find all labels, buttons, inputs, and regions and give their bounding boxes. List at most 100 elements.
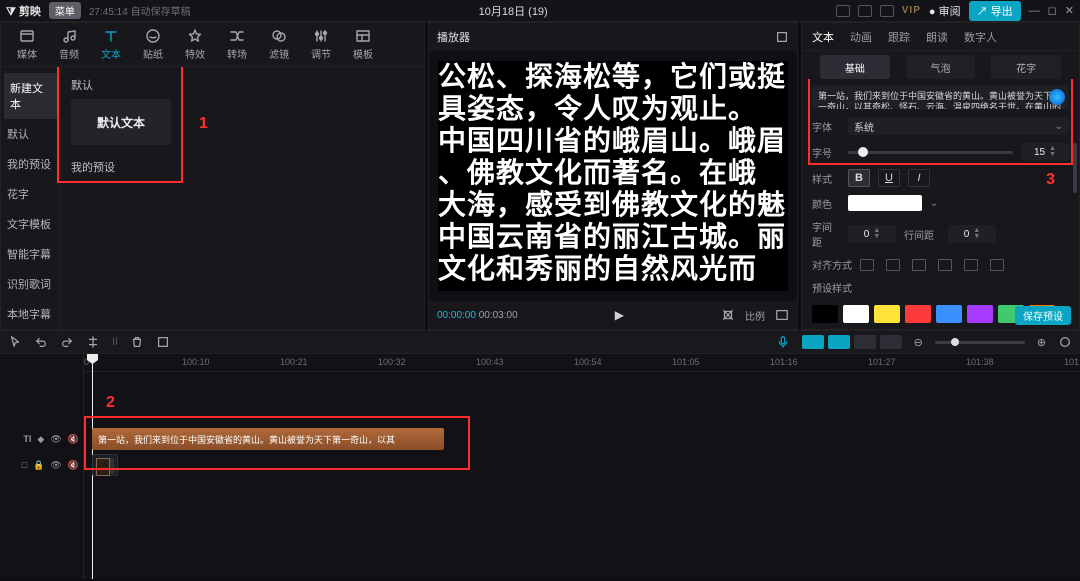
text-track-lock-icon[interactable]: ◆ [37,434,44,445]
letter-spacing-spinner[interactable]: 0▲▼ [848,225,896,243]
player-more-icon[interactable] [775,30,789,44]
preset-color[interactable] [967,305,993,323]
align-middle[interactable] [964,259,978,271]
tl-toggle-1[interactable] [802,335,824,349]
ruler-tick: 101:38 [966,357,994,367]
tl-record-icon[interactable] [776,335,790,349]
sidebar-item-lyric[interactable]: 识别歌词 [1,269,60,299]
tl-fit-icon[interactable] [1058,335,1072,349]
line-spacing-label: 行间距 [904,227,940,242]
insp-tab-read[interactable]: 朗读 [926,29,948,45]
export-button[interactable]: ↗ 导出 [969,1,1021,21]
tab-adjust[interactable]: 调节 [301,25,341,65]
tab-filter[interactable]: 滤镜 [259,25,299,65]
inspector-scrollbar[interactable] [1073,143,1077,193]
preset-default-text[interactable]: 默认文本 [71,99,171,145]
layout-toggle-3[interactable] [880,5,894,17]
sidebar-item-fancy[interactable]: 花字 [1,179,60,209]
tl-crop-icon[interactable] [156,335,170,349]
color-swatch[interactable] [848,195,922,211]
sidebar-item-default[interactable]: 默认 [1,119,60,149]
size-slider[interactable] [848,151,1013,154]
zoom-in-icon[interactable]: ⊕ [1037,336,1046,349]
italic-button[interactable]: I [908,169,930,187]
layout-toggle-2[interactable] [858,5,872,17]
text-category-sidebar: 新建文本 默认 我的预设 花字 文字模板 智能字幕 识别歌词 本地字幕 [1,67,61,329]
autosave-status: 27:45:14 自动保存草稿 [89,3,191,18]
sidebar-item-text-template[interactable]: 文字模板 [1,209,60,239]
sidebar-item-smart-caption[interactable]: 智能字幕 [1,239,60,269]
align-left[interactable] [860,259,874,271]
font-select[interactable]: 系统⌄ [848,117,1069,135]
underline-button[interactable]: U [878,169,900,187]
sidebar-item-my-preset[interactable]: 我的预设 [1,149,60,179]
subtab-fancy[interactable]: 花字 [991,55,1061,79]
preset-color[interactable] [936,305,962,323]
tl-split-icon[interactable] [86,335,100,349]
text-content-input[interactable]: 第一站，我们来到位于中国安徽省的黄山。黄山被誉为天下第一奇山，以其奇松、怪石、云… [812,85,1069,109]
tl-toggle-4[interactable] [880,335,902,349]
insp-tab-anim[interactable]: 动画 [850,29,872,45]
review-button[interactable]: ● 审阅 [929,3,961,19]
tab-media[interactable]: 媒体 [7,25,47,65]
tl-toggle-2[interactable] [828,335,850,349]
sidebar-item-new-text[interactable]: 新建文本 [4,73,57,119]
annotation-label-1: 1 [199,115,208,133]
main-track-eye-icon[interactable]: 👁 [50,460,61,471]
tab-effect[interactable]: 特效 [175,25,215,65]
main-track[interactable] [84,452,1080,478]
crop-icon[interactable] [721,308,735,322]
main-track-lock-icon[interactable]: 🔒 [33,460,44,471]
zoom-slider[interactable] [935,341,1025,344]
preset-color[interactable] [812,305,838,323]
menu-button[interactable]: 菜单 [49,2,81,19]
preset-color[interactable] [905,305,931,323]
window-minimize[interactable]: — [1029,5,1040,17]
preset-section-mine: 我的预设 [71,159,414,175]
tl-delete-icon[interactable] [130,335,144,349]
tl-redo-icon[interactable] [60,335,74,349]
line-spacing-spinner[interactable]: 0▲▼ [948,225,996,243]
main-track-mute-icon[interactable]: 🔇 [68,460,79,471]
main-clip[interactable] [92,454,118,476]
bold-button[interactable]: B [848,169,870,187]
insp-tab-track[interactable]: 跟踪 [888,29,910,45]
save-preset-button[interactable]: 保存预设 [1015,306,1071,325]
zoom-out-icon[interactable]: ⊖ [914,336,923,349]
size-spinner[interactable]: 15▲▼ [1021,143,1069,161]
text-clip[interactable]: 第一站，我们来到位于中国安徽省的黄山。黄山被誉为天下第一奇山，以其 [92,428,444,450]
tab-text[interactable]: 文本 [91,25,131,65]
timeline-ruler[interactable]: 0100:10100:21100:32100:43100:54101:05101… [84,354,1080,372]
layout-toggle-1[interactable] [836,5,850,17]
window-close[interactable]: ✕ [1065,4,1074,17]
player-canvas[interactable]: 公松、探海松等，它们或挺 具姿态，令人叹为观止。 中国四川省的峨眉山。峨眉 、佛… [429,51,797,301]
tl-pointer-icon[interactable] [8,335,22,349]
tl-undo-icon[interactable] [34,335,48,349]
fullscreen-icon[interactable] [775,308,789,322]
text-track-eye-icon[interactable]: 👁 [50,434,61,445]
align-bottom[interactable] [990,259,1004,271]
align-top[interactable] [938,259,952,271]
preset-color[interactable] [843,305,869,323]
sidebar-item-local-caption[interactable]: 本地字幕 [1,299,60,329]
preset-color[interactable] [874,305,900,323]
window-maximize[interactable]: ◻ [1048,4,1057,17]
align-center[interactable] [886,259,900,271]
text-track-mute-icon[interactable]: 🔇 [68,434,79,445]
ratio-button[interactable]: 比例 [745,308,765,323]
tab-sticker[interactable]: 贴纸 [133,25,173,65]
ai-assist-icon[interactable] [1049,89,1065,105]
play-button[interactable]: ▶ [518,308,721,322]
tab-audio[interactable]: 音频 [49,25,89,65]
text-track[interactable]: 第一站，我们来到位于中国安徽省的黄山。黄山被誉为天下第一奇山，以其 [84,426,1080,452]
insp-tab-text[interactable]: 文本 [812,29,834,45]
subtab-bubble[interactable]: 气泡 [906,55,976,79]
letter-spacing-label: 字间距 [812,219,840,249]
insp-tab-avatar[interactable]: 数字人 [964,29,997,45]
tl-toggle-3[interactable] [854,335,876,349]
tab-template[interactable]: 模板 [343,25,383,65]
align-right[interactable] [912,259,926,271]
vip-badge[interactable]: VIP [902,5,921,16]
subtab-basic[interactable]: 基础 [820,55,890,79]
tab-transition[interactable]: 转场 [217,25,257,65]
